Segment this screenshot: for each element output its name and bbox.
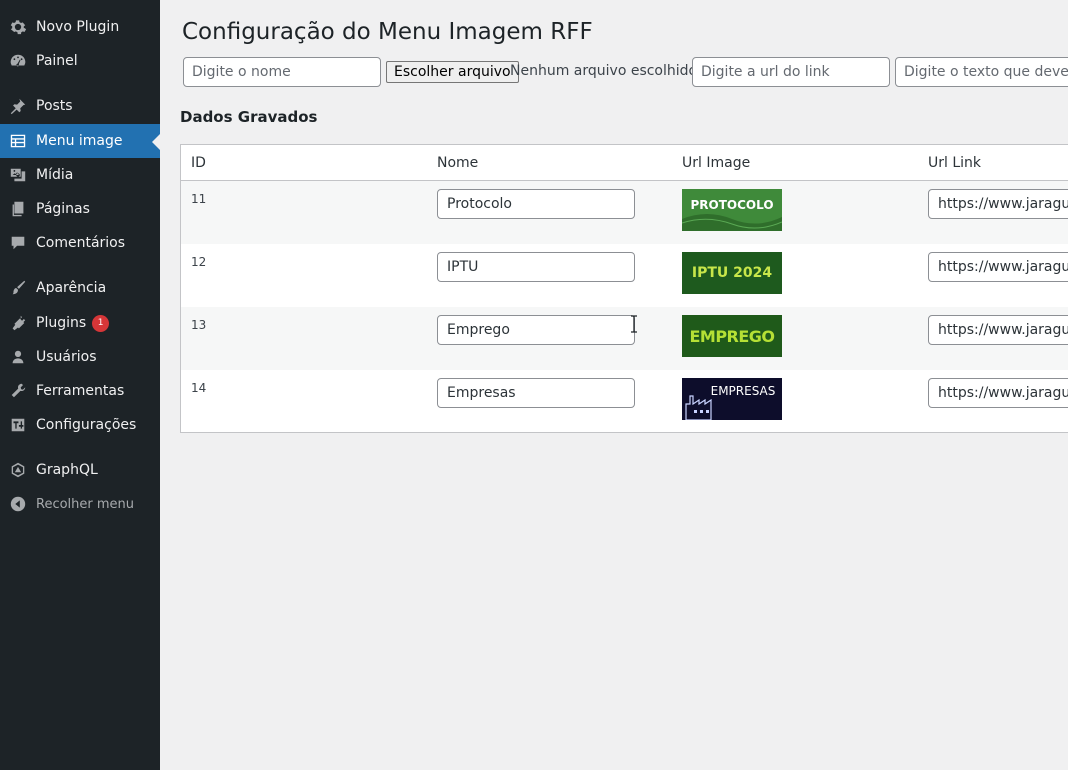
factory-icon	[685, 395, 712, 420]
settings-sliders-icon	[8, 415, 28, 435]
media-icon	[8, 165, 28, 185]
sidebar-item-label: Recolher menu	[36, 496, 135, 512]
sidebar-item-novo-plugin[interactable]: Novo Plugin	[0, 10, 160, 44]
text-cursor-icon	[631, 315, 637, 333]
row-image-thumbnail: PROTOCOLO	[682, 189, 782, 231]
sidebar-item-label: Aparência	[36, 280, 107, 296]
row-name-input[interactable]	[437, 378, 635, 408]
thumbnail-label: EMPRESAS	[710, 384, 776, 398]
sidebar-item-label: Novo Plugin	[36, 19, 120, 35]
link-url-input[interactable]	[692, 57, 890, 87]
sidebar-item-menu-image[interactable]: Menu image	[0, 124, 160, 158]
row-name-input[interactable]	[437, 189, 635, 219]
row-link-input[interactable]	[928, 315, 1068, 345]
table-row: 14 EMPRESAS	[181, 370, 1068, 432]
sidebar-item-label: Usuários	[36, 349, 97, 365]
sidebar-item-painel[interactable]: Painel	[0, 44, 160, 78]
page-title: Configuração do Menu Imagem RFF	[182, 19, 593, 45]
table-icon	[8, 131, 28, 151]
collapse-icon	[8, 494, 28, 514]
sidebar-item-label: Posts	[36, 98, 73, 114]
column-header-url-image: Url Image	[682, 155, 751, 171]
dashboard-icon	[8, 51, 28, 71]
pin-icon	[8, 96, 28, 116]
sidebar-item-label: Comentários	[36, 235, 126, 251]
thumbnail-label: EMPREGO	[689, 326, 775, 346]
column-header-url-link: Url Link	[928, 155, 982, 171]
row-image-thumbnail: EMPRESAS	[682, 378, 782, 420]
choose-file-button[interactable]: Escolher arquivo	[386, 61, 519, 83]
row-link-input[interactable]	[928, 252, 1068, 282]
sidebar-item-graphql[interactable]: GraphQL	[0, 453, 160, 487]
row-id: 14	[191, 381, 207, 395]
gear-icon	[8, 17, 28, 37]
table-header: ID Nome Url Image Url Link	[181, 145, 1068, 181]
collapse-menu-button[interactable]: Recolher menu	[0, 487, 160, 521]
file-status-text: Nenhum arquivo escolhido	[510, 63, 698, 79]
plugins-update-badge: 1	[92, 314, 110, 332]
comment-icon	[8, 233, 28, 253]
sidebar-item-label: Configurações	[36, 417, 137, 433]
table-row: 13 EMPREGO	[181, 307, 1068, 370]
brush-icon	[8, 278, 28, 298]
sidebar-item-ferramentas[interactable]: Ferramentas	[0, 374, 160, 408]
sidebar-item-label: Plugins	[36, 315, 87, 331]
sidebar-item-label: Painel	[36, 53, 78, 69]
row-link-input[interactable]	[928, 189, 1068, 219]
sidebar-item-label: Páginas	[36, 201, 90, 217]
row-id: 11	[191, 192, 207, 206]
thumbnail-label: IPTU 2024	[691, 265, 773, 281]
row-link-input[interactable]	[928, 378, 1068, 408]
row-id: 12	[191, 255, 207, 269]
table-row: 11 PROTOCOLO	[181, 181, 1068, 244]
sidebar-item-label: Ferramentas	[36, 383, 125, 399]
admin-sidebar: Novo Plugin Painel Posts Menu image Mídi…	[0, 0, 160, 770]
plugin-icon	[8, 313, 28, 333]
main-content: Configuração do Menu Imagem RFF Escolher…	[160, 0, 1068, 770]
sidebar-item-posts[interactable]: Posts	[0, 89, 160, 123]
row-id: 13	[191, 318, 207, 332]
sidebar-item-configuracoes[interactable]: Configurações	[0, 408, 160, 442]
sidebar-item-paginas[interactable]: Páginas	[0, 192, 160, 226]
row-image-thumbnail: IPTU 2024	[682, 252, 782, 294]
display-text-input[interactable]	[895, 57, 1068, 87]
pages-icon	[8, 199, 28, 219]
sidebar-item-label: GraphQL	[36, 462, 98, 478]
row-image-thumbnail: EMPREGO	[682, 315, 782, 357]
user-icon	[8, 347, 28, 367]
column-header-id: ID	[191, 155, 206, 171]
saved-data-table: ID Nome Url Image Url Link 11 PROTOCOLO …	[180, 144, 1068, 433]
saved-data-heading: Dados Gravados	[180, 108, 318, 126]
sidebar-item-usuarios[interactable]: Usuários	[0, 340, 160, 374]
column-header-nome: Nome	[437, 155, 479, 171]
name-input[interactable]	[183, 57, 381, 87]
sidebar-item-comentarios[interactable]: Comentários	[0, 226, 160, 260]
thumbnail-label: PROTOCOLO	[690, 198, 774, 212]
table-row: 12 IPTU 2024	[181, 244, 1068, 307]
graphql-icon	[8, 460, 28, 480]
row-name-input[interactable]	[437, 252, 635, 282]
sidebar-item-label: Mídia	[36, 167, 74, 183]
row-name-input[interactable]	[437, 315, 635, 345]
sidebar-item-plugins[interactable]: Plugins 1	[0, 306, 160, 340]
sidebar-item-label: Menu image	[36, 133, 123, 149]
sidebar-item-midia[interactable]: Mídia	[0, 158, 160, 192]
wrench-icon	[8, 381, 28, 401]
sidebar-item-aparencia[interactable]: Aparência	[0, 271, 160, 305]
